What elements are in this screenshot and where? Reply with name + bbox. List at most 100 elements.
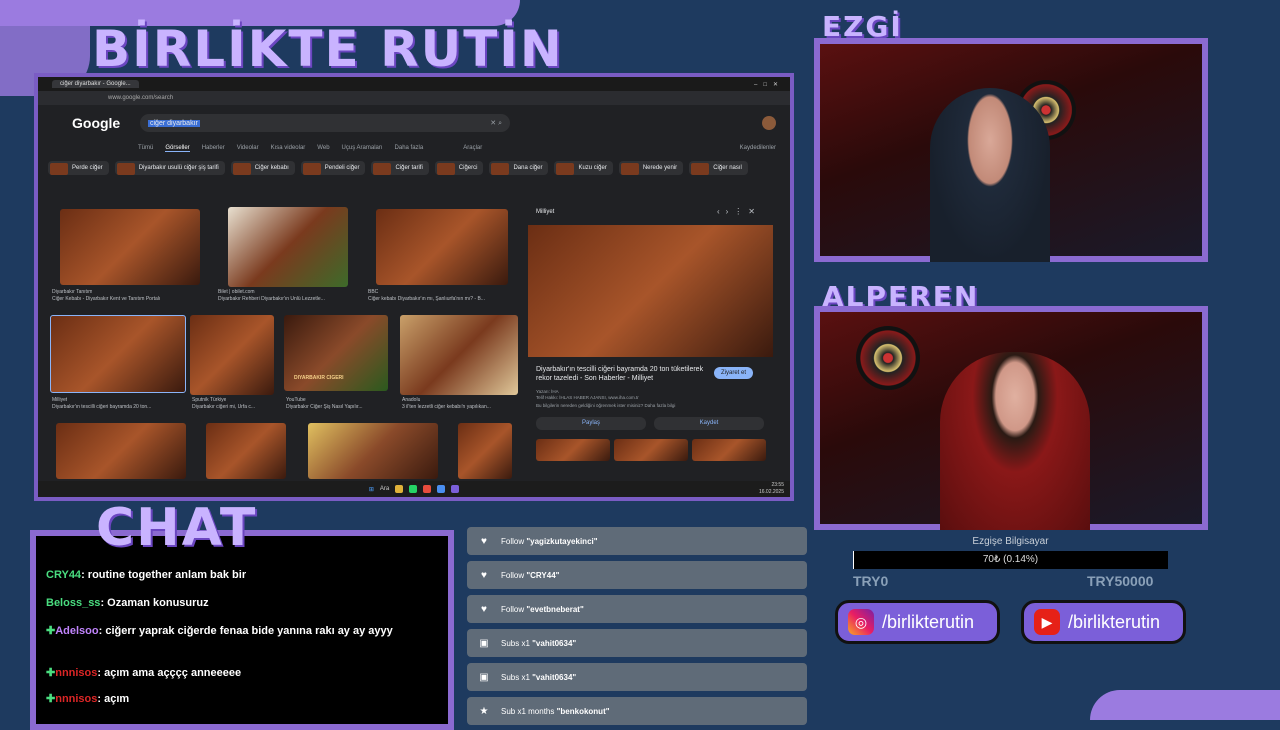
chat-username: Beloss_ss [46,597,101,609]
chip[interactable]: Ciğer nasıl [689,161,748,175]
tab-more[interactable]: Daha fazla [395,145,424,151]
result-image[interactable] [190,315,274,395]
result-source: YouTube [286,397,306,403]
taskbar-time: 23:55 [771,482,784,488]
chip[interactable]: Kuzu ciğer [554,161,613,175]
result-image[interactable] [56,423,186,479]
result-source: Diyarbakır Tanıtım [52,289,93,295]
badge-icon: ✚ [46,625,56,637]
chat-text: Ozaman konusuruz [107,597,209,609]
result-image[interactable] [60,209,200,285]
panel-meta: Telif Hakkı: İHLAS HABER AJANSI, www.iha… [536,395,639,400]
star-icon: ★ [479,705,489,717]
donation-label: Ezgişe Bilgisayar [972,536,1049,547]
youtube-badge: ▶ /birlikterutin [1021,600,1186,644]
result-title[interactable]: Ciğer Kebabı - Diyarbakır Kent ve Tanıtı… [52,296,212,302]
whatsapp-icon[interactable] [409,485,418,493]
explorer-icon[interactable] [395,485,404,493]
chat-message: ✚Adelsoo: ciğerr yaprak ciğerde fenaa bi… [46,625,393,637]
result-source: BBC [368,289,379,295]
alert-item: ♥ Follow "CRY44" [467,561,807,589]
alert-name: "CRY44" [526,570,560,580]
opera-icon[interactable] [423,485,432,493]
result-title[interactable]: Diyarbakır Rehberi Diyarbakır'ın Ünlü Le… [218,296,358,302]
tab-flights[interactable]: Uçuş Aramaları [342,145,383,151]
person-silhouette [930,88,1050,262]
tab-images[interactable]: Görseller [165,145,190,152]
url-text: www.google.com/search [108,95,174,101]
google-header: Google ciğer diyarbakır ✕ ⌕ [38,105,790,141]
result-image-selected[interactable] [50,315,186,393]
chat-message: Beloss_ss: Ozaman konusuruz [46,597,209,609]
search-input[interactable]: ciğer diyarbakır ✕ ⌕ [140,114,510,132]
chip[interactable]: Ciğerci [434,161,484,175]
heart-icon: ♥ [481,535,487,547]
chat-text: ciğerr yaprak ciğerde fenaa bide yanına … [105,625,393,637]
chip[interactable]: Pendeli ciğer [300,161,366,175]
panel-image[interactable] [528,225,773,357]
preview-panel: Milliyet ‹›⋮✕ Diyarbakır'ın tescilli ciğ… [528,205,773,467]
alert-name: "vahit0634" [532,672,577,682]
main-title: BİRLİKTE RUTİN [92,20,564,78]
result-title[interactable]: Diyarbakır'ın tescilli ciğeri bayramda 2… [52,404,182,410]
taskbar-search[interactable]: Ara [380,486,389,492]
webcam-ezgi [814,38,1208,262]
result-title[interactable]: Ciğer kebabı Diyarbakır'ın mı, Şanlıurfa… [368,296,518,302]
related-image[interactable] [692,439,766,461]
chip[interactable]: Nerede yenir [618,161,684,175]
window-controls-icon[interactable]: –□✕ [754,81,784,88]
save-button[interactable]: Kaydet [654,417,764,430]
tab-short-videos[interactable]: Kısa videolar [271,145,306,151]
panel-source[interactable]: Milliyet [536,209,554,215]
donation-progress-bar: 70₺ (0.14%) [853,551,1168,569]
visit-button[interactable]: Ziyaret et [714,367,754,379]
chat-username: CRY44 [46,569,82,581]
share-button[interactable]: Paylaş [536,417,646,430]
tab-videos[interactable]: Videolar [237,145,259,151]
result-title[interactable]: 3 il'ten lezzetli ciğer kebabı'n yapılık… [402,404,520,410]
saved-button[interactable]: Kaydedilenler [740,145,776,151]
badge-icon: ✚ [46,693,56,705]
alert-type: Follow [501,604,525,614]
address-bar[interactable]: www.google.com/search [38,91,790,105]
windows-start-icon[interactable]: ⊞ [369,486,374,493]
alert-type: Follow [501,570,525,580]
browser-tab[interactable]: ciğer diyarbakır - Google... [52,80,139,88]
instagram-icon: ◎ [848,609,874,635]
webcam-alperen [814,306,1208,530]
result-source: Sputnik Türkiye [192,397,227,403]
result-source: Bilet | obilet.com [218,289,255,295]
alert-item: ★ Sub x1 months "benkokonut" [467,697,807,725]
tools-button[interactable]: Araçlar [463,145,482,151]
result-title[interactable]: Diyarbakır Ciğer Şiş Nasıl Yapılır... [286,404,390,410]
google-logo[interactable]: Google [72,115,132,131]
related-image[interactable] [614,439,688,461]
chat-box: CRY44: routine together anlam bak bir Be… [30,530,454,730]
tab-news[interactable]: Haberler [202,145,225,151]
tab-all[interactable]: Tümü [138,145,153,151]
result-image[interactable] [458,423,512,479]
tab-web[interactable]: Web [317,145,329,151]
obs-icon[interactable] [451,485,460,493]
avatar[interactable] [762,116,776,130]
result-image[interactable] [206,423,286,479]
panel-meta: Bu bilgilerin nereden geldiğini öğrenmek… [536,403,676,408]
chip[interactable]: Ciğer tarifi [371,161,429,175]
related-image[interactable] [536,439,610,461]
alert-name: "evetbneberat" [526,604,584,614]
chip[interactable]: Dana ciğer [489,161,549,175]
result-image[interactable] [228,207,348,287]
panel-nav-close-icon[interactable]: ‹›⋮✕ [717,207,761,216]
chip[interactable]: Diyarbakır usulü ciğer şiş tarifi [114,161,225,175]
alert-type: Subs x1 [501,638,530,648]
chip[interactable]: Perde ciğer [48,161,109,175]
app-icon[interactable] [437,485,446,493]
chat-message: ✚nnnisos: açım [46,693,130,705]
chip[interactable]: Ciğer kebabı [230,161,295,175]
result-image[interactable] [308,423,438,479]
result-image[interactable] [376,209,508,285]
result-image[interactable] [400,315,518,395]
result-title[interactable]: Diyarbakır ciğeri mi, Urfa c... [192,404,278,410]
panel-headline[interactable]: Diyarbakır'ın tescilli ciğeri bayramda 2… [536,365,706,383]
search-icon[interactable]: ✕ ⌕ [490,119,502,128]
